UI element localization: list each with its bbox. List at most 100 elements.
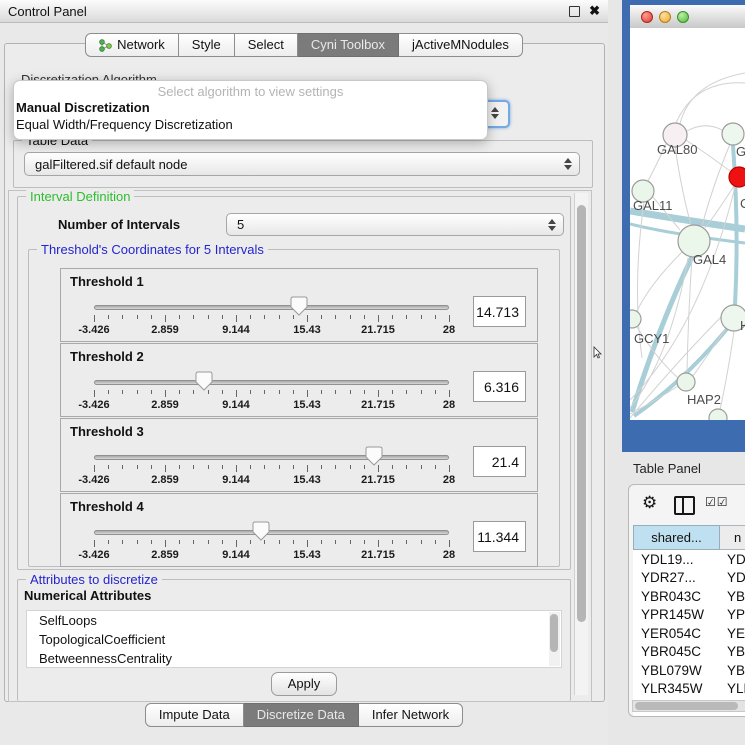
- slider-track[interactable]: [94, 530, 449, 535]
- network-node[interactable]: [677, 373, 695, 391]
- network-node[interactable]: [722, 123, 744, 145]
- minimize-traffic-light[interactable]: [659, 11, 671, 23]
- cell-shared-name[interactable]: YER054C: [633, 626, 720, 641]
- gear-icon[interactable]: ⚙: [642, 493, 657, 513]
- network-node[interactable]: [630, 310, 641, 328]
- table-hscrollbar[interactable]: [632, 700, 745, 712]
- menu-item-equal-width-frequency[interactable]: Equal Width/Frequency Discretization: [14, 116, 487, 133]
- network-node[interactable]: [709, 409, 727, 420]
- cell-shared-name[interactable]: YBR045C: [633, 644, 720, 659]
- slider-thumb[interactable]: [252, 521, 270, 541]
- list-scrollbar[interactable]: [549, 612, 560, 666]
- cell-name[interactable]: YBR0: [720, 644, 745, 659]
- table-row[interactable]: YDL19...YDL1: [633, 550, 745, 569]
- network-edge[interactable]: [675, 147, 691, 225]
- tab-discretize-data[interactable]: Discretize Data: [244, 703, 359, 727]
- slider-tick: [307, 465, 308, 472]
- threshold-value-input[interactable]: 6.316: [473, 371, 526, 402]
- list-item[interactable]: TopologicalCoefficient: [27, 630, 561, 649]
- network-edge[interactable]: [720, 331, 734, 410]
- slider-tick: [378, 390, 379, 397]
- tab-network[interactable]: Network: [85, 33, 179, 57]
- network-window-titlebar[interactable]: [630, 5, 745, 29]
- slider-ticks: [94, 540, 449, 548]
- slider-tick: [250, 390, 251, 394]
- zoom-traffic-light[interactable]: [677, 11, 689, 23]
- table-data-combobox[interactable]: galFiltered.sif default node: [24, 152, 580, 176]
- network-window[interactable]: GAL80GACGAL11GAL4GCY1HHAP2: [622, 0, 745, 452]
- network-edge[interactable]: [637, 252, 682, 311]
- table-row[interactable]: YBR045CYBR0: [633, 643, 745, 662]
- column-header-shared-name[interactable]: shared...: [633, 525, 720, 550]
- slider-tick: [392, 540, 393, 544]
- network-edge[interactable]: [693, 328, 726, 376]
- cell-shared-name[interactable]: YLR345W: [633, 681, 720, 696]
- slider-tick: [321, 315, 322, 319]
- network-node-label: GAL80: [657, 142, 697, 157]
- main-scrollbar-thumb[interactable]: [577, 205, 586, 622]
- slider-track[interactable]: [94, 380, 449, 385]
- network-graph[interactable]: GAL80GACGAL11GAL4GCY1HHAP2: [630, 28, 745, 420]
- list-item[interactable]: SelfLoops: [27, 611, 561, 630]
- cell-name[interactable]: YBR0: [720, 589, 745, 604]
- slider-thumb[interactable]: [290, 296, 308, 316]
- split-columns-icon[interactable]: [674, 496, 695, 515]
- slider-track[interactable]: [94, 305, 449, 310]
- cell-name[interactable]: YPR1: [720, 607, 745, 622]
- threshold-value-input[interactable]: 14.713: [473, 296, 526, 327]
- slider-track[interactable]: [94, 455, 449, 460]
- cell-shared-name[interactable]: YPR145W: [633, 607, 720, 622]
- network-edge[interactable]: [676, 83, 745, 123]
- slider-tick: [94, 390, 95, 397]
- slider-tick-label: 28: [443, 474, 455, 486]
- close-icon[interactable]: ✖: [589, 6, 600, 16]
- float-window-icon[interactable]: [569, 6, 580, 17]
- tab-infer-network[interactable]: Infer Network: [359, 703, 463, 727]
- slider-thumb[interactable]: [365, 446, 383, 466]
- cell-name[interactable]: YDR2: [720, 570, 745, 585]
- table-row[interactable]: YDR27...YDR2: [633, 569, 745, 588]
- threshold-value-input[interactable]: 11.344: [473, 521, 526, 552]
- close-traffic-light[interactable]: [641, 11, 653, 23]
- cell-shared-name[interactable]: YDR27...: [633, 570, 720, 585]
- numerical-attributes-list[interactable]: SelfLoops TopologicalCoefficient Between…: [26, 610, 562, 668]
- table-row[interactable]: YBL079WYBL0: [633, 661, 745, 680]
- select-columns-icons[interactable]: ☑☑: [705, 495, 729, 509]
- tab-select[interactable]: Select: [235, 33, 298, 57]
- network-canvas[interactable]: GAL80GACGAL11GAL4GCY1HHAP2: [630, 28, 745, 420]
- threshold-value-input[interactable]: 21.4: [473, 446, 526, 477]
- table-row[interactable]: YPR145WYPR1: [633, 606, 745, 625]
- list-item[interactable]: BetweennessCentrality: [27, 649, 561, 668]
- tab-style[interactable]: Style: [179, 33, 235, 57]
- cell-shared-name[interactable]: YDL19...: [633, 552, 720, 567]
- tab-cyni-toolbox[interactable]: Cyni Toolbox: [298, 33, 399, 57]
- slider-thumb[interactable]: [195, 371, 213, 391]
- network-node[interactable]: [729, 167, 745, 187]
- list-scrollbar-thumb[interactable]: [550, 614, 558, 652]
- main-scrollbar[interactable]: [574, 193, 588, 695]
- network-edge[interactable]: [687, 126, 722, 131]
- cell-shared-name[interactable]: YBL079W: [633, 663, 720, 678]
- column-header-name[interactable]: n: [720, 525, 745, 550]
- network-edge[interactable]: [680, 73, 745, 124]
- menu-item-manual-discretization[interactable]: Manual Discretization: [14, 99, 487, 116]
- table-hscrollbar-thumb[interactable]: [635, 702, 738, 710]
- slider-tick: [193, 315, 194, 319]
- cell-name[interactable]: YLR3: [720, 681, 745, 696]
- tab-cyni-toolbox-label: Cyni Toolbox: [311, 34, 385, 56]
- slider-tick-labels: -3.4262.8599.14415.4321.71528: [94, 399, 449, 411]
- table-row[interactable]: YLR345WYLR3: [633, 680, 745, 699]
- cell-shared-name[interactable]: YBR043C: [633, 589, 720, 604]
- tab-jactivemnodules[interactable]: jActiveMNodules: [399, 33, 523, 57]
- slider-tick-labels: -3.4262.8599.14415.4321.71528: [94, 474, 449, 486]
- cell-name[interactable]: YDL1: [720, 552, 745, 567]
- cell-name[interactable]: YBL0: [720, 663, 745, 678]
- network-node-label: C: [740, 196, 745, 211]
- table-row[interactable]: YBR043CYBR0: [633, 587, 745, 606]
- slider-tick: [250, 540, 251, 544]
- table-row[interactable]: YER054CYER0: [633, 624, 745, 643]
- cell-name[interactable]: YER0: [720, 626, 745, 641]
- number-of-intervals-combobox[interactable]: 5: [226, 213, 564, 236]
- apply-button[interactable]: Apply: [271, 672, 337, 696]
- tab-impute-data[interactable]: Impute Data: [145, 703, 244, 727]
